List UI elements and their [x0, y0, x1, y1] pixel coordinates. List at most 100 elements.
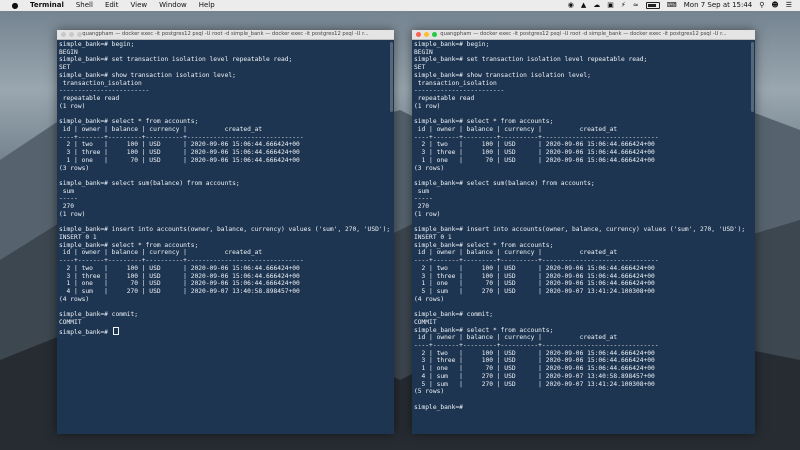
terminal-line: transaction_isolation [59, 80, 390, 88]
terminal-line-text: 1 | one | 70 | USD | 2020-09-06 15:06:44… [414, 156, 655, 164]
scrollbar-thumb[interactable] [751, 42, 754, 112]
close-button[interactable] [416, 32, 421, 37]
close-button[interactable] [61, 32, 66, 37]
terminal-line-text: simple_bank=# begin; [59, 41, 135, 48]
terminal-line-text: id | owner | balance | currency | create… [414, 249, 618, 257]
terminal-line-text: 2 | two | 100 | USD | 2020-09-06 15:06:4… [59, 141, 300, 149]
terminal-line: BEGIN [414, 49, 745, 57]
terminal-line: simple_bank=# select * from accounts; [414, 242, 745, 250]
scrollbar-thumb[interactable] [390, 42, 393, 112]
minimize-button[interactable] [69, 32, 74, 37]
menu-edit[interactable]: Edit [105, 0, 119, 11]
menu-shell[interactable]: Shell [76, 0, 93, 11]
zoom-button[interactable] [77, 32, 82, 37]
docker-icon[interactable]: ▣ [607, 0, 614, 11]
menu-help[interactable]: Help [199, 0, 215, 11]
terminal-line-text: simple_bank=# commit; [414, 311, 494, 319]
cloud-icon[interactable]: ☁ [593, 0, 600, 11]
terminal-line-text: ----- [414, 195, 433, 203]
terminal-line-text: simple_bank=# insert into accounts(owner… [414, 226, 746, 234]
terminal-line-text: SET [59, 64, 71, 72]
menu-window[interactable]: Window [159, 0, 187, 11]
terminal-line: simple_bank=# select sum(balance) from a… [59, 180, 390, 188]
terminal-line: SET [59, 64, 390, 72]
terminal-line: id | owner | balance | currency | create… [414, 249, 745, 257]
window-titlebar[interactable]: quangpham — docker exec -it postgres12 p… [57, 30, 394, 40]
terminal-line: simple_bank=# begin; [414, 41, 745, 49]
terminal-line: (1 row) [414, 103, 745, 111]
terminal-line-text: sum [59, 187, 75, 195]
terminal-line: 270 [59, 203, 390, 211]
terminal-line: 4 | sum | 270 | USD | 2020-09-07 13:40:5… [59, 288, 390, 296]
terminal-line: (1 row) [59, 103, 390, 111]
window-titlebar[interactable]: quangpham — docker exec -it postgres12 p… [412, 30, 755, 40]
input-icon[interactable]: ⌨ [667, 0, 677, 11]
shield-icon[interactable]: ▲ [581, 0, 586, 11]
terminal-line-text: (1 row) [59, 210, 86, 218]
terminal-line: simple_bank=# begin; [59, 41, 390, 49]
terminal-line-text: SET [414, 64, 426, 72]
terminal-line: (4 rows) [414, 296, 745, 304]
scrollbar[interactable] [390, 42, 393, 430]
terminal-line: 2 | two | 100 | USD | 2020-09-06 15:06:4… [59, 141, 390, 149]
terminal-line-text: simple_bank=# set transaction isolation … [59, 56, 293, 64]
terminal-line: simple_bank=# set transaction isolation … [59, 56, 390, 64]
terminal-line: ----- [414, 195, 745, 203]
terminal-line: 1 | one | 70 | USD | 2020-09-06 15:06:44… [414, 157, 745, 165]
terminal-line-text: (3 rows) [414, 164, 445, 172]
terminal-line: repeatable read [59, 95, 390, 103]
terminal-line: simple_bank=# select * from accounts; [414, 327, 745, 335]
terminal-line-text: 3 | three | 100 | USD | 2020-09-06 15:06… [59, 149, 300, 157]
apple-icon[interactable]: ● [10, 0, 20, 11]
terminal-line: simple_bank=# insert into accounts(owner… [414, 226, 745, 234]
terminal-line-text: simple_bank=# [414, 403, 467, 411]
terminal-output[interactable]: simple_bank=# begin; BEGIN simple_bank=# s… [414, 41, 745, 412]
menubar-clock[interactable]: Mon 7 Sep at 15:44 [684, 0, 753, 11]
terminal-line: repeatable read [414, 95, 745, 103]
terminal-line: ----+-------+---------+----------+------… [59, 257, 390, 265]
terminal-line: simple_bank=# select * from accounts; [59, 242, 390, 250]
search-icon[interactable]: ⚲ [759, 0, 764, 11]
zoom-button[interactable] [432, 32, 437, 37]
terminal-line: id | owner | balance | currency | create… [414, 126, 745, 134]
terminal-line: 2 | two | 100 | USD | 2020-09-06 15:06:4… [414, 350, 745, 358]
terminal-line: ----+-------+---------+----------+------… [414, 257, 745, 265]
terminal-line-text: ----+-------+---------+----------+------… [414, 257, 659, 265]
terminal-line: ----- [59, 195, 390, 203]
terminal-line: ------------------------ [59, 87, 390, 95]
record-icon[interactable]: ◉ [568, 0, 574, 11]
terminal-line-text: COMMIT [59, 318, 82, 326]
menu-app-terminal[interactable]: Terminal [30, 0, 64, 11]
terminal-line: 4 | sum | 270 | USD | 2020-09-07 13:40:5… [414, 373, 745, 381]
terminal-line-text: simple_bank=# select * from accounts; [414, 241, 554, 249]
window-title: quangpham — docker exec -it postgres12 p… [440, 31, 727, 37]
bolt-icon[interactable]: ⚡ [621, 0, 626, 11]
menu-view[interactable]: View [131, 0, 148, 11]
terminal-line-text: 2 | two | 100 | USD | 2020-09-06 15:06:4… [59, 264, 300, 272]
terminal-line-text: simple_bank=# select sum(balance) from a… [414, 179, 595, 187]
terminal-window-right[interactable]: quangpham — docker exec -it postgres12 p… [412, 30, 755, 434]
terminal-line-text: ----+-------+---------+----------+------… [59, 133, 304, 141]
terminal-line: 2 | two | 100 | USD | 2020-09-06 15:06:4… [59, 265, 390, 273]
terminal-line-text: ------------------------ [59, 87, 150, 95]
terminal-line-text: simple_bank=# [59, 328, 112, 336]
menu-icon[interactable]: ☰ [786, 0, 792, 11]
terminal-line: 1 | one | 70 | USD | 2020-09-06 15:06:44… [414, 280, 745, 288]
terminal-window-left[interactable]: quangpham — docker exec -it postgres12 p… [57, 30, 394, 434]
terminal-line-text: BEGIN [414, 48, 433, 56]
terminal-line: id | owner | balance | currency | create… [59, 126, 390, 134]
battery-icon[interactable] [645, 2, 660, 9]
avatar-icon[interactable]: ☻ [771, 0, 778, 11]
terminal-line-text: 1 | one | 70 | USD | 2020-09-06 15:06:44… [414, 280, 655, 288]
terminal-line: (1 row) [414, 211, 745, 219]
scrollbar[interactable] [751, 42, 754, 430]
terminal-line: sum [59, 188, 390, 196]
terminal-output[interactable]: simple_bank=# begin; BEGIN simple_bank=# s… [59, 41, 390, 336]
terminal-line-text: simple_bank=# select * from accounts; [59, 118, 199, 126]
terminal-line: 3 | three | 100 | USD | 2020-09-06 15:06… [59, 149, 390, 157]
terminal-line-text: 4 | sum | 270 | USD | 2020-09-07 13:40:5… [414, 372, 655, 380]
wifi-icon[interactable]: ≈ [633, 0, 639, 11]
minimize-button[interactable] [424, 32, 429, 37]
